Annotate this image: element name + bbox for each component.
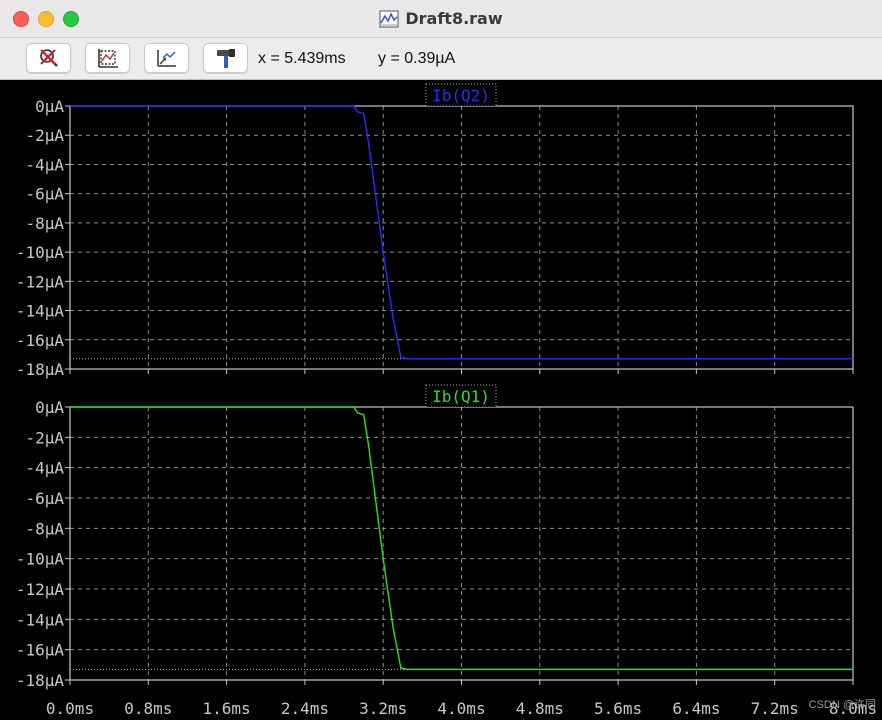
- y-tick-label: -14µA: [16, 610, 65, 629]
- hammer-button[interactable]: [203, 43, 248, 73]
- autorange-button[interactable]: [85, 43, 130, 73]
- y-tick-label: -12µA: [16, 580, 65, 599]
- paste-trace-icon: [156, 50, 176, 67]
- x-tick-label: 7.2ms: [751, 699, 799, 718]
- y-tick-label: -8µA: [25, 519, 64, 538]
- y-tick-label: 0µA: [35, 97, 64, 116]
- watermark: CSDN @许同: [809, 698, 876, 711]
- waveform-file-icon: [379, 10, 399, 27]
- y-tick-label: -16µA: [16, 641, 65, 660]
- x-tick-label: 3.2ms: [359, 699, 407, 718]
- y-tick-label: -2µA: [25, 126, 64, 145]
- y-tick-label: -6µA: [25, 185, 64, 204]
- y-tick-label: -16µA: [16, 331, 65, 350]
- y-tick-label: -4µA: [25, 155, 64, 174]
- paste-trace-button[interactable]: [144, 43, 189, 73]
- trace-label[interactable]: Ib(Q2): [432, 86, 490, 105]
- y-tick-label: -10µA: [16, 550, 65, 569]
- x-tick-label: 1.6ms: [203, 699, 251, 718]
- y-tick-label: -14µA: [16, 302, 65, 321]
- x-tick-label: 6.4ms: [672, 699, 720, 718]
- x-tick-label: 4.0ms: [437, 699, 485, 718]
- cursor-x-readout: x = 5.439ms: [258, 50, 346, 67]
- hammer-icon: [216, 49, 235, 68]
- y-tick-label: -18µA: [16, 360, 65, 379]
- trace-label[interactable]: Ib(Q1): [432, 387, 490, 406]
- x-tick-label: 0.0ms: [46, 699, 94, 718]
- trace-ib-q2-[interactable]: [70, 105, 853, 360]
- y-tick-label: -18µA: [16, 671, 65, 690]
- y-tick-label: -4µA: [25, 459, 64, 478]
- y-tick-label: -12µA: [16, 272, 65, 291]
- cursor-y-readout: y = 0.39µA: [378, 50, 456, 67]
- y-tick-label: 0µA: [35, 398, 64, 417]
- y-tick-label: -10µA: [16, 243, 65, 262]
- y-tick-label: -8µA: [25, 214, 64, 233]
- y-tick-label: -2µA: [25, 428, 64, 447]
- x-tick-label: 0.8ms: [124, 699, 172, 718]
- zoom-cancel-button[interactable]: [26, 43, 71, 73]
- title-bar[interactable]: Draft8.raw: [0, 0, 882, 38]
- x-tick-label: 5.6ms: [594, 699, 642, 718]
- zoom-cancel-icon: [39, 49, 58, 67]
- autorange-icon: [97, 49, 118, 68]
- x-tick-label: 2.4ms: [281, 699, 329, 718]
- toolbar: x = 5.439ms y = 0.39µA: [0, 38, 882, 80]
- y-tick-label: -6µA: [25, 489, 64, 508]
- window-title: Draft8.raw: [405, 9, 503, 28]
- plot-window: Draft8.raw x = 5.439ms y = 0.39µA 0µA -2…: [0, 0, 882, 720]
- x-tick-label: 4.8ms: [516, 699, 564, 718]
- waveform-plot-area[interactable]: 0µA -2µA -4µA -6µA -8µA -10µA -12µA -14µA -16µA -…: [0, 80, 882, 720]
